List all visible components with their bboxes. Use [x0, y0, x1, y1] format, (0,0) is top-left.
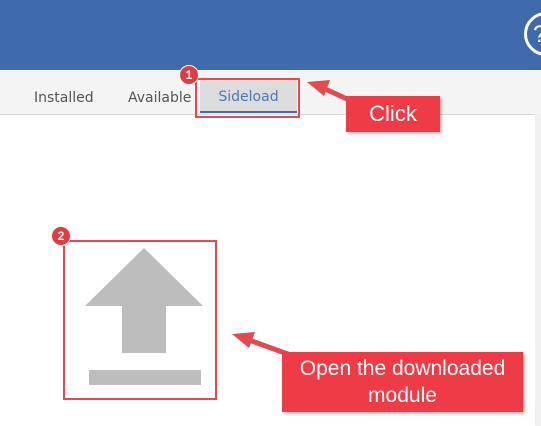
- highlight-sideload-tab: [195, 78, 300, 118]
- help-glyph: ?: [533, 21, 541, 49]
- step-1-badge: 1: [179, 65, 199, 85]
- open-callout-line-2: module: [368, 384, 437, 407]
- open-module-callout: Open the downloaded module: [282, 352, 523, 412]
- highlight-upload-icon: [63, 240, 217, 400]
- help-icon[interactable]: ?: [524, 12, 541, 56]
- app-header: ?: [0, 0, 541, 70]
- tab-installed[interactable]: Installed: [34, 90, 94, 106]
- click-callout: Click: [346, 96, 440, 132]
- tab-available[interactable]: Available: [128, 90, 191, 106]
- open-callout-line-1: Open the downloaded: [299, 357, 506, 380]
- step-2-badge: 2: [51, 226, 71, 246]
- scrollbar[interactable]: [535, 114, 541, 426]
